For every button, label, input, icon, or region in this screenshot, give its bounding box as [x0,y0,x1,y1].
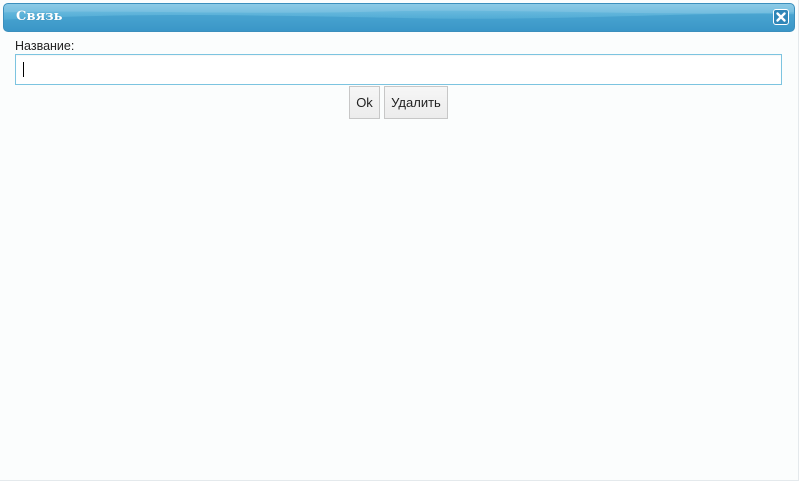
close-icon [776,12,786,22]
link-dialog: Связь Название: Ok Удалить [0,0,799,481]
text-caret [23,62,24,77]
titlebar-wave-decoration [4,4,794,31]
dialog-title: Связь [16,9,63,24]
name-label: Название: [15,39,75,53]
ok-button[interactable]: Ok [349,86,380,119]
dialog-titlebar[interactable]: Связь [3,3,795,32]
delete-button[interactable]: Удалить [384,86,448,119]
close-button[interactable] [773,9,789,25]
name-input[interactable] [15,54,782,85]
